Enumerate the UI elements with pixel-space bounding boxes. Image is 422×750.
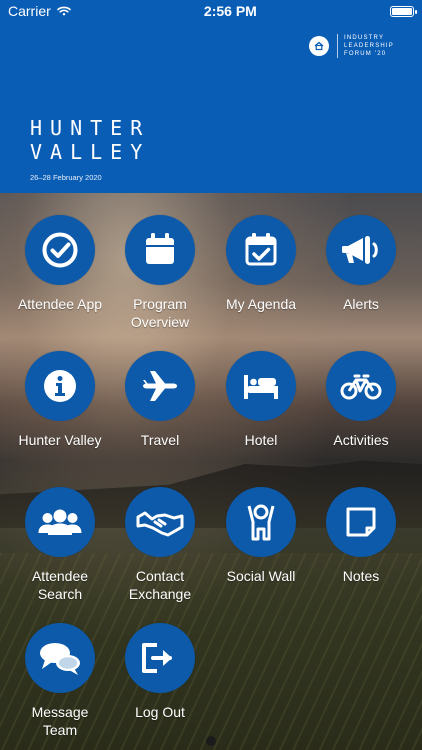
title-line-2: VALLEY bbox=[30, 140, 151, 164]
menu-item-label: Activities bbox=[333, 432, 389, 448]
chat-icon[interactable] bbox=[25, 623, 95, 693]
note-icon[interactable] bbox=[326, 487, 396, 557]
checkmark-icon[interactable] bbox=[25, 215, 95, 285]
info-icon[interactable] bbox=[25, 351, 95, 421]
menu-item-label: Log Out bbox=[135, 704, 185, 720]
logout-icon[interactable] bbox=[125, 623, 195, 693]
home-icon bbox=[308, 36, 329, 56]
handshake-icon[interactable] bbox=[125, 487, 195, 557]
menu-item-label: Notes bbox=[342, 568, 380, 584]
event-logo: INDUSTRY LEADERSHIP FORUM '20 bbox=[308, 34, 394, 58]
bicycle-icon[interactable] bbox=[326, 351, 396, 421]
wifi-icon bbox=[56, 3, 71, 19]
menu-item-contact-exchange[interactable]: Contact Exchange bbox=[114, 487, 206, 603]
menu-item-label: Hotel bbox=[244, 432, 278, 448]
menu-item-attendee-search[interactable]: Attendee Search bbox=[14, 487, 106, 603]
menu-item-label: Contact Exchange bbox=[128, 568, 192, 602]
app-header: INDUSTRY LEADERSHIP FORUM '20 HUNTER VAL… bbox=[0, 22, 422, 193]
menu-item-hotel[interactable]: Hotel bbox=[215, 351, 307, 449]
menu-item-program-overview[interactable]: Program Overview bbox=[114, 215, 206, 331]
bed-icon[interactable] bbox=[226, 351, 296, 421]
logo-text: INDUSTRY LEADERSHIP FORUM '20 bbox=[336, 34, 394, 58]
people-icon[interactable] bbox=[25, 487, 95, 557]
logo-text-line-2: LEADERSHIP bbox=[343, 43, 394, 49]
airplane-icon[interactable] bbox=[125, 351, 195, 421]
status-left: Carrier bbox=[8, 3, 71, 19]
logo-text-line-1: INDUSTRY bbox=[343, 35, 385, 41]
calendar-check-icon[interactable] bbox=[226, 215, 296, 285]
menu-item-label: Social Wall bbox=[226, 568, 296, 584]
status-bar: Carrier 2:56 PM bbox=[0, 0, 422, 22]
menu-item-label: Program Overview bbox=[130, 296, 190, 330]
menu-item-travel[interactable]: Travel bbox=[114, 351, 206, 449]
menu-item-log-out[interactable]: Log Out bbox=[114, 623, 206, 721]
carrier-label: Carrier bbox=[8, 3, 51, 19]
event-date: 26–28 February 2020 bbox=[30, 173, 102, 182]
megaphone-icon[interactable] bbox=[326, 215, 396, 285]
menu-item-label: Attendee Search bbox=[31, 568, 89, 602]
menu-item-social-wall[interactable]: Social Wall bbox=[215, 487, 307, 585]
calendar-icon[interactable] bbox=[125, 215, 195, 285]
logo-text-line-3: FORUM '20 bbox=[343, 51, 387, 57]
menu-item-label: Message Team bbox=[31, 704, 89, 738]
menu-item-notes[interactable]: Notes bbox=[315, 487, 407, 585]
menu-item-alerts[interactable]: Alerts bbox=[315, 215, 407, 313]
menu-item-attendee-app[interactable]: Attendee App bbox=[14, 215, 106, 313]
status-time: 2:56 PM bbox=[203, 3, 257, 19]
battery-icon bbox=[389, 5, 417, 17]
person-icon[interactable] bbox=[226, 487, 296, 557]
menu-item-label: Hunter Valley bbox=[18, 432, 102, 448]
menu-item-my-agenda[interactable]: My Agenda bbox=[215, 215, 307, 313]
page-dot-1 bbox=[206, 736, 216, 746]
menu-item-label: My Agenda bbox=[225, 296, 297, 312]
title-line-1: HUNTER bbox=[30, 116, 151, 140]
menu-item-label: Alerts bbox=[343, 296, 379, 312]
menu-item-label: Travel bbox=[140, 432, 180, 448]
menu-item-hunter-valley[interactable]: Hunter Valley bbox=[14, 351, 106, 449]
menu-item-label: Attendee App bbox=[17, 296, 103, 312]
menu-item-message-team[interactable]: Message Team bbox=[14, 623, 106, 739]
menu-grid: Attendee App Program Overview My Agenda bbox=[0, 193, 422, 750]
menu-item-activities[interactable]: Activities bbox=[315, 351, 407, 449]
page-indicator bbox=[206, 736, 216, 746]
